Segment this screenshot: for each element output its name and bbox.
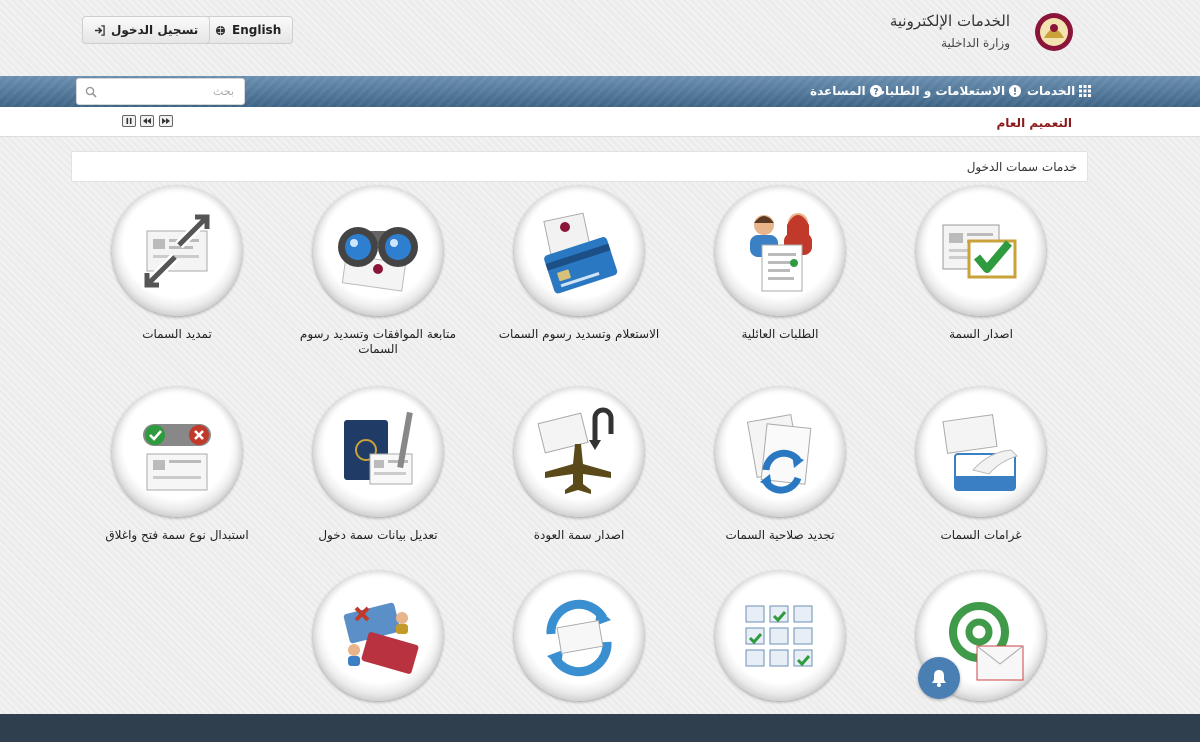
ticker-next-button[interactable]: [159, 115, 173, 127]
question-circle-icon: ?: [869, 85, 882, 97]
service-tile-row3-3[interactable]: [479, 571, 679, 712]
tile-circle: [313, 186, 443, 316]
nav-inquiries[interactable]: الاستعلامات و الطلبات: [873, 84, 1022, 98]
tile-label: الاستعلام وتسديد رسوم السمات: [498, 327, 660, 341]
search-input[interactable]: [77, 79, 244, 104]
toggle-check-cross-icon: [143, 424, 211, 491]
login-button[interactable]: تسجيل الدخول: [82, 16, 211, 44]
notification-bell-button[interactable]: [918, 657, 960, 699]
brand-subtitle: وزارة الداخلية: [941, 36, 1010, 50]
passport-pen-icon: [344, 411, 413, 485]
tile-circle: [112, 186, 242, 316]
tile-circle: [514, 571, 644, 701]
bell-icon: [932, 670, 946, 687]
tile-label: تمديد السمات: [142, 327, 212, 341]
page-header: الخدمات الإلكترونية وزارة الداخلية Engli…: [0, 0, 1200, 76]
service-tile-follow-approvals[interactable]: متابعة الموافقات وتسديد رسوم السمات: [278, 186, 478, 357]
ticker-prev-button[interactable]: [140, 115, 154, 127]
renew-documents-icon: [746, 414, 812, 494]
tile-label: تجديد صلاحية السمات: [725, 528, 835, 542]
tile-label: استبدال نوع سمة فتح واغلاق: [105, 528, 249, 542]
tile-circle: [313, 387, 443, 517]
service-tile-issue-visa[interactable]: اصدار السمة: [881, 186, 1081, 342]
rewind-icon: [143, 118, 151, 124]
search-icon[interactable]: [85, 86, 97, 98]
credit-card-icon: [543, 212, 618, 294]
service-tile-row3-2[interactable]: [680, 571, 880, 712]
exclamation-circle-icon: [1009, 85, 1022, 97]
tile-label: متابعة الموافقات وتسديد رسوم السمات: [299, 327, 457, 356]
service-tile-row3-1[interactable]: [881, 571, 1081, 712]
brand-title: الخدمات الإلكترونية: [889, 12, 1010, 30]
page-footer: [0, 714, 1200, 742]
tile-circle: [916, 387, 1046, 517]
login-label: تسجيل الدخول: [111, 23, 199, 37]
search-box: [76, 78, 245, 105]
document-grid-icon: [745, 605, 813, 667]
tile-circle: [112, 387, 242, 517]
tile-label: اصدار سمة العودة: [533, 528, 625, 542]
fast-forward-icon: [162, 118, 170, 124]
visa-checkbox-icon: [942, 224, 1017, 279]
service-tile-renew-validity[interactable]: تجديد صلاحية السمات: [680, 387, 880, 543]
nav-help[interactable]: ? المساعدة: [810, 84, 882, 98]
tile-circle: [715, 571, 845, 701]
service-tile-visa-fines[interactable]: غرامات السمات: [881, 387, 1081, 543]
qatar-emblem-icon: [1032, 10, 1076, 54]
news-ticker: التعميم العام: [0, 107, 1200, 137]
globe-icon: [215, 25, 226, 35]
tile-label: غرامات السمات: [940, 528, 1022, 542]
tile-label: تعديل بيانات سمة دخول: [318, 528, 438, 542]
nav-services-label: الخدمات: [1027, 84, 1076, 98]
nav-help-label: المساعدة: [810, 84, 866, 98]
tile-circle: [313, 571, 443, 701]
sign-in-icon: [94, 24, 105, 36]
service-tile-return-visa[interactable]: اصدار سمة العودة: [479, 387, 679, 543]
cycle-cards-icon: [546, 599, 612, 677]
service-tile-row3-4[interactable]: [278, 571, 478, 712]
tile-label: اصدار السمة: [949, 327, 1013, 341]
tile-circle: [916, 186, 1046, 316]
binoculars-icon: [338, 227, 418, 292]
service-tile-edit-visa-data[interactable]: تعديل بيانات سمة دخول: [278, 387, 478, 543]
service-tile-family-requests[interactable]: الطلبات العائلية: [680, 186, 880, 342]
svg-text:?: ?: [873, 87, 878, 97]
ticker-pause-button[interactable]: [122, 115, 136, 127]
service-tile-extend-visas[interactable]: تمديد السمات: [77, 186, 277, 342]
tile-label: الطلبات العائلية: [741, 327, 819, 341]
tile-circle: [715, 186, 845, 316]
airplane-return-icon: [537, 407, 614, 494]
hand-card-icon: [942, 414, 1018, 491]
passport-transfer-icon: [343, 602, 419, 674]
service-tile-inquiry-fees[interactable]: الاستعلام وتسديد رسوم السمات: [479, 186, 679, 342]
service-tile-change-visa-type[interactable]: استبدال نوع سمة فتح واغلاق: [77, 387, 277, 543]
brand: الخدمات الإلكترونية وزارة الداخلية: [890, 12, 1010, 50]
nav-services[interactable]: الخدمات: [1027, 84, 1092, 98]
tile-circle: [514, 186, 644, 316]
tile-circle: [514, 387, 644, 517]
nav-inquiries-label: الاستعلامات و الطلبات: [873, 84, 1006, 98]
tile-circle: [715, 387, 845, 517]
ticker-label[interactable]: التعميم العام: [996, 116, 1072, 130]
grid-icon: [1079, 85, 1092, 97]
language-label: English: [232, 23, 282, 37]
section-title: خدمات سمات الدخول: [71, 151, 1088, 182]
family-document-icon: [750, 213, 812, 292]
extend-arrows-icon: [142, 212, 212, 290]
language-button[interactable]: English: [203, 16, 294, 44]
pause-icon: [126, 118, 132, 124]
